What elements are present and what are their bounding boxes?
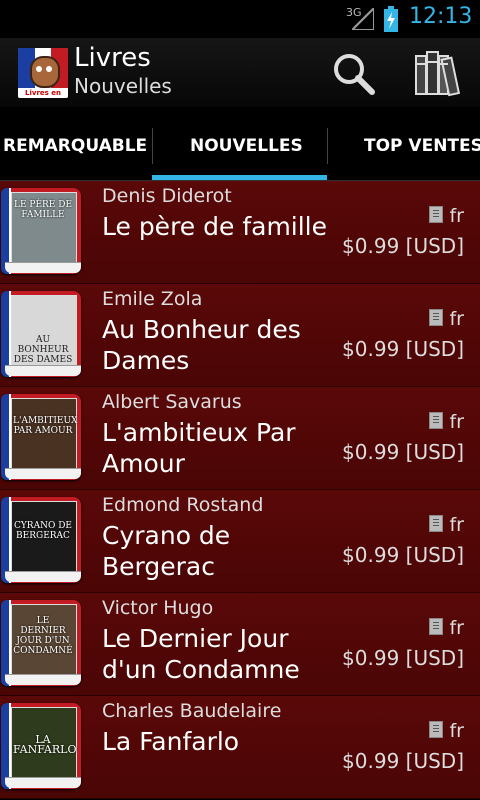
tab-divider bbox=[327, 128, 328, 164]
book-language: fr bbox=[429, 720, 464, 742]
book-title: Au Bonheur des Dames bbox=[102, 315, 301, 375]
book-language-code: fr bbox=[449, 308, 464, 330]
book-list-item[interactable]: AU BONHEUR DES DAMES Emile Zola Au Bonhe… bbox=[0, 284, 480, 387]
ebook-icon bbox=[429, 206, 444, 223]
book-language: fr bbox=[429, 411, 464, 433]
ebook-icon bbox=[429, 721, 444, 738]
book-language: fr bbox=[429, 514, 464, 536]
action-bar: Livres en Français Livres Nouvelles bbox=[0, 38, 480, 146]
book-author: Emile Zola bbox=[102, 288, 203, 310]
book-title: La Fanfarlo bbox=[102, 727, 240, 756]
book-author: Denis Diderot bbox=[102, 185, 232, 207]
tab-top-ventes[interactable]: TOP VENTES bbox=[364, 108, 480, 181]
tab-bar: REMARQUABLE NOUVELLES TOP VENTES bbox=[0, 108, 480, 181]
book-title: Le père de famille bbox=[102, 212, 328, 241]
battery-charging-icon bbox=[384, 6, 398, 32]
book-list-item[interactable]: LE DERNIER JOUR D'UN CONDAMNÉ Victor Hug… bbox=[0, 593, 480, 696]
book-cover-image: LE DERNIER JOUR D'UN CONDAMNÉ bbox=[1, 600, 87, 688]
tab-divider bbox=[152, 128, 153, 164]
app-logo-text: Livres en Français bbox=[18, 88, 68, 98]
book-price: $0.99 [USD] bbox=[342, 646, 464, 670]
library-books-icon[interactable] bbox=[412, 46, 466, 100]
app-logo-icon[interactable]: Livres en Français bbox=[18, 48, 68, 98]
book-cover-text: LE DERNIER JOUR D'UN CONDAMNÉ bbox=[13, 616, 73, 656]
signal-icon bbox=[352, 8, 374, 30]
tab-remarquable[interactable]: REMARQUABLE bbox=[3, 108, 147, 181]
book-language: fr bbox=[429, 205, 464, 227]
book-cover-text: LA FANFARLO bbox=[13, 733, 77, 756]
book-language: fr bbox=[429, 617, 464, 639]
status-bar: 3G 12:13 bbox=[0, 0, 480, 38]
book-price: $0.99 [USD] bbox=[342, 337, 464, 361]
book-title: Le Dernier Jour d'un Condamne bbox=[102, 624, 300, 684]
ebook-icon bbox=[429, 309, 444, 326]
book-cover-image: CYRANO DE BERGERAC bbox=[1, 497, 87, 585]
title-block: Livres Nouvelles bbox=[74, 43, 172, 99]
book-author: Edmond Rostand bbox=[102, 494, 264, 516]
book-price: $0.99 [USD] bbox=[342, 749, 464, 773]
book-language-code: fr bbox=[449, 514, 464, 536]
book-title: L'ambitieux Par Amour bbox=[102, 418, 296, 478]
book-title: Cyrano de Bergerac bbox=[102, 521, 231, 581]
book-list-item[interactable]: L'AMBITIEUX PAR AMOUR Albert Savarus L'a… bbox=[0, 387, 480, 490]
book-language-code: fr bbox=[449, 720, 464, 742]
book-cover-text: CYRANO DE BERGERAC bbox=[13, 521, 72, 541]
book-author: Charles Baudelaire bbox=[102, 700, 282, 722]
book-price: $0.99 [USD] bbox=[342, 440, 464, 464]
book-cover-text: AU BONHEUR DES DAMES bbox=[13, 335, 73, 365]
tab-nouvelles[interactable]: NOUVELLES bbox=[190, 108, 303, 181]
clock: 12:13 bbox=[409, 4, 473, 29]
book-cover-text: L'AMBITIEUX PAR AMOUR bbox=[13, 416, 78, 436]
book-author: Albert Savarus bbox=[102, 391, 242, 413]
book-list[interactable]: LE PÈRE DE FAMILLE Denis Diderot Le père… bbox=[0, 181, 480, 800]
book-list-item[interactable]: LA FANFARLO Charles Baudelaire La Fanfar… bbox=[0, 696, 480, 799]
ebook-icon bbox=[429, 618, 444, 635]
book-cover-image: AU BONHEUR DES DAMES bbox=[1, 291, 87, 379]
book-cover-image: LE PÈRE DE FAMILLE bbox=[1, 188, 87, 276]
app-title: Livres bbox=[74, 43, 151, 73]
book-language: fr bbox=[429, 308, 464, 330]
book-list-item[interactable]: CYRANO DE BERGERAC Edmond Rostand Cyrano… bbox=[0, 490, 480, 593]
book-price: $0.99 [USD] bbox=[342, 234, 464, 258]
ebook-icon bbox=[429, 515, 444, 532]
book-language-code: fr bbox=[449, 205, 464, 227]
book-author: Victor Hugo bbox=[102, 597, 214, 619]
book-language-code: fr bbox=[449, 411, 464, 433]
book-cover-image: L'AMBITIEUX PAR AMOUR bbox=[1, 394, 87, 482]
ebook-icon bbox=[429, 412, 444, 429]
search-icon[interactable] bbox=[330, 50, 378, 98]
app-subtitle: Nouvelles bbox=[74, 74, 172, 98]
book-cover-image: LA FANFARLO bbox=[1, 703, 87, 791]
book-list-item[interactable]: LE PÈRE DE FAMILLE Denis Diderot Le père… bbox=[0, 181, 480, 284]
book-price: $0.99 [USD] bbox=[342, 543, 464, 567]
book-cover-text: LE PÈRE DE FAMILLE bbox=[13, 200, 73, 220]
book-language-code: fr bbox=[449, 617, 464, 639]
